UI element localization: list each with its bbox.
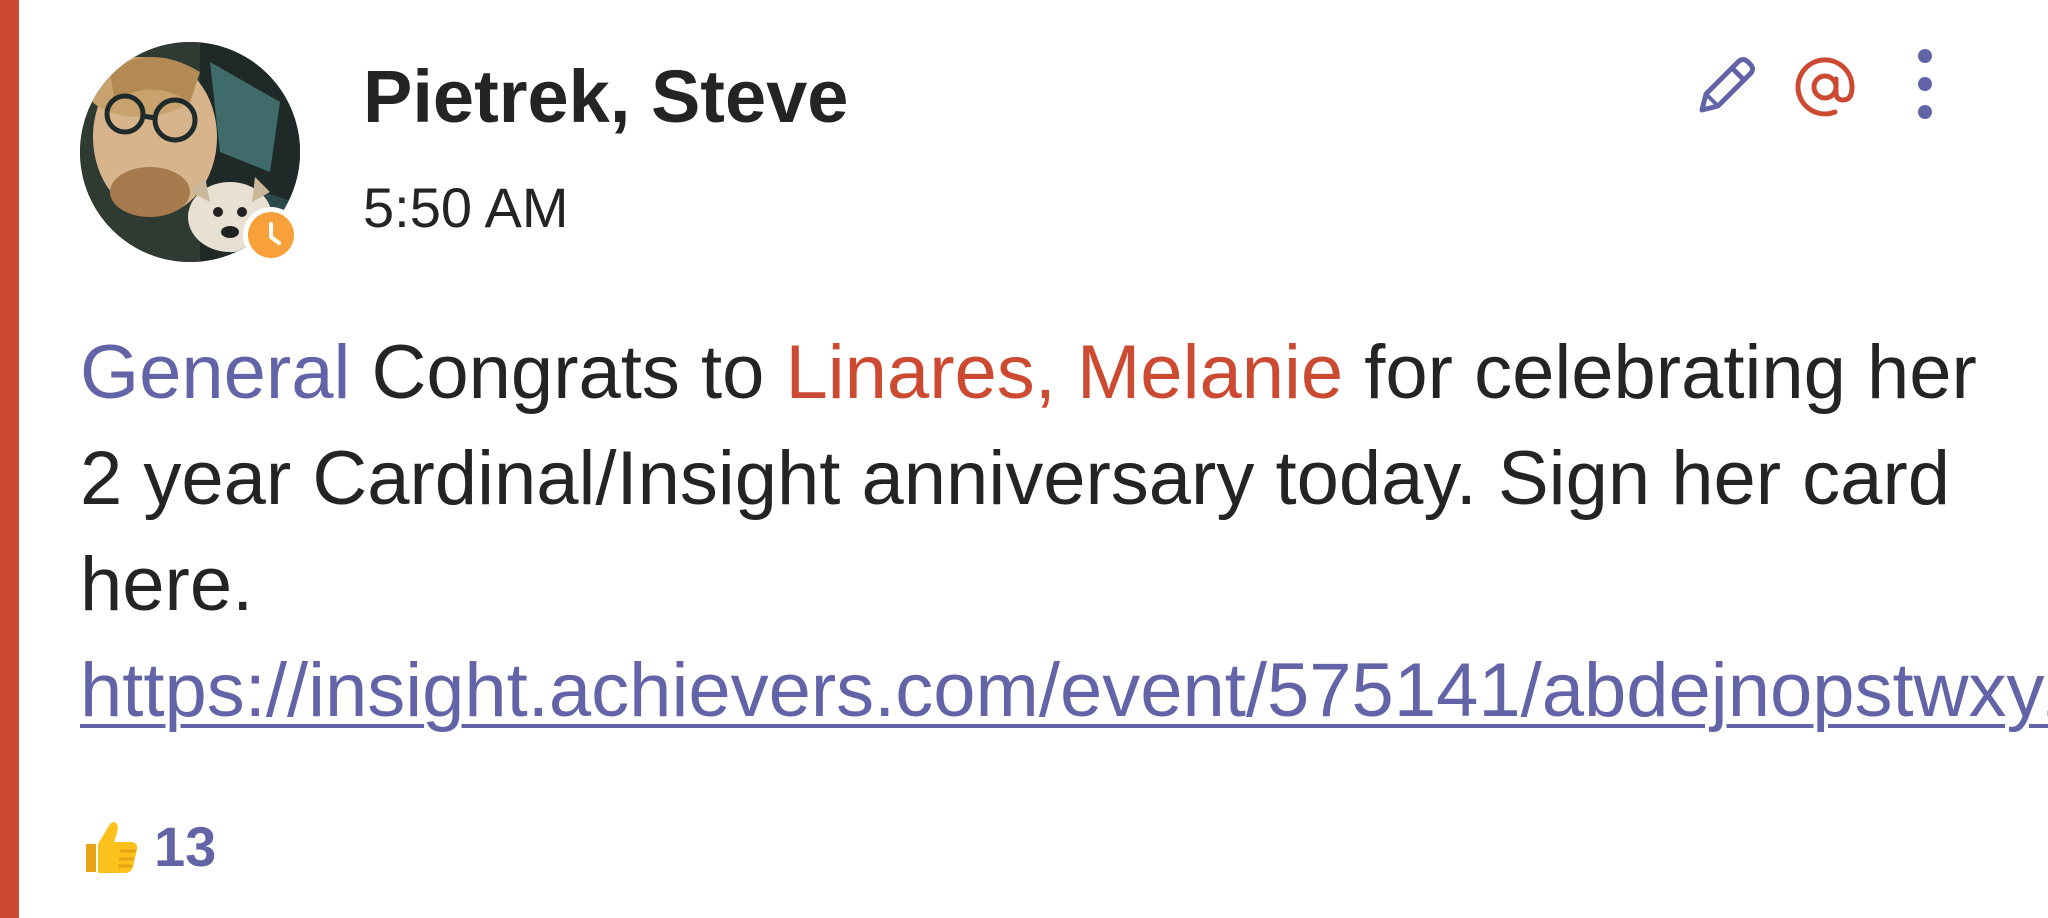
author-name[interactable]: Pietrek, Steve: [363, 60, 848, 134]
message-body: General Congrats to Linares, Melanie for…: [80, 320, 2048, 744]
message-actions: [1680, 42, 1970, 132]
message-text: Congrats to: [350, 330, 786, 415]
mention-indicator-bar: [0, 0, 19, 918]
user-mention[interactable]: Linares, Melanie: [786, 330, 1344, 415]
event-link[interactable]: https://insight.achievers.com/event/5751…: [80, 648, 2048, 733]
reaction-count: 13: [154, 815, 217, 878]
at-mention-icon: [1795, 57, 1855, 117]
clock-icon: [248, 212, 294, 258]
presence-badge: [243, 207, 299, 263]
thumbs-up-icon: [86, 822, 138, 873]
more-options-icon: [1918, 49, 1932, 119]
message-timestamp: 5:50 AM: [363, 176, 569, 239]
edit-button[interactable]: [1680, 42, 1770, 132]
channel-link[interactable]: General: [80, 330, 350, 415]
message-card: Pietrek, Steve 5:50 AM General Congrats …: [0, 0, 2048, 918]
mention-button[interactable]: [1780, 42, 1870, 132]
edit-icon: [1699, 57, 1755, 113]
more-options-button[interactable]: [1880, 42, 1970, 132]
reaction-summary[interactable]: 13: [80, 812, 216, 882]
